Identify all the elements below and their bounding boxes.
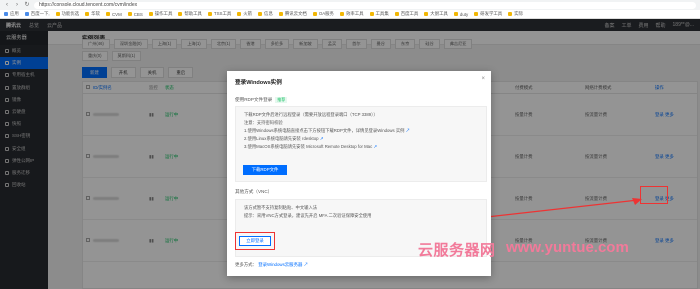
bookmark-item[interactable]: 大厨工具 — [424, 11, 448, 17]
folder-icon — [237, 12, 242, 16]
folder-icon — [258, 12, 263, 16]
folder-icon — [127, 12, 132, 16]
vnc-button-highlight — [235, 232, 275, 250]
folder-icon — [148, 12, 153, 16]
folder-icon — [85, 12, 90, 16]
bookmark-item[interactable]: 实际 — [508, 11, 523, 17]
vnc-section-label: 其他方式（VNC） — [235, 189, 273, 194]
folder-icon — [369, 12, 374, 16]
folder-icon — [178, 12, 183, 16]
more-login-link[interactable]: 登录Windows云服务器 — [258, 262, 302, 267]
dialog-title: 登录Windows实例 — [235, 80, 282, 86]
folder-icon — [105, 12, 110, 16]
bookmark-item[interactable]: duty — [453, 12, 468, 17]
bookmarks-bar: 应用 百度一下, 功能优选 华软 CVM CBS 操作工具 帮助工具 TSS工具… — [0, 10, 700, 19]
rdp-line: 2.使用Linux系统电脑请先安装 rdesktop ↗ — [244, 136, 324, 141]
rdp-line: 下载RDP文件后进行远程登录（需要开放远程登录端口（TCP 3389）） — [244, 112, 378, 117]
download-rdp-button[interactable]: 下载RDP文件 — [243, 165, 287, 175]
folder-icon — [508, 12, 513, 16]
bookmark-item[interactable]: 华软 — [85, 11, 100, 17]
bookmark-item[interactable]: 百度一下, — [24, 11, 50, 17]
external-link-icon[interactable]: ↗ — [406, 128, 410, 133]
folder-icon — [278, 12, 283, 16]
watermark-cn: 云服务器网 — [418, 242, 496, 259]
bookmark-item[interactable]: CBS — [127, 12, 143, 17]
rdp-line: 1.使用Windows系统电脑直接点击下方按钮下载RDP文件，详情见登录Wind… — [244, 128, 410, 133]
rdp-line: 注意：支持密码校验 — [244, 120, 283, 125]
external-link-icon[interactable]: ↗ — [304, 262, 308, 267]
recommend-badge: 推荐 — [275, 97, 288, 103]
folder-icon — [55, 12, 60, 16]
watermark-url: www.yuntue.com — [506, 239, 629, 256]
folder-icon — [394, 12, 399, 16]
folder-icon — [453, 12, 458, 16]
browser-address-bar: ‹ › ↻ https://console.cloud.tencent.com/… — [0, 0, 700, 10]
bookmark-item[interactable]: 信息 — [258, 11, 273, 17]
bookmark-item[interactable]: 百度工具 — [394, 11, 418, 17]
bookmark-item[interactable]: 应用 — [4, 11, 19, 17]
more-methods: 更多方式： 登录Windows云服务器 ↗ — [235, 262, 308, 267]
bookmark-item[interactable]: 火箭 — [237, 11, 252, 17]
bookmark-item[interactable]: CVM — [105, 12, 122, 17]
folder-icon — [339, 12, 344, 16]
vnc-line: 提示：采用VNC方式登录，建议先开启 MFA 二次验证保障安全使用 — [244, 213, 372, 218]
forward-icon[interactable]: › — [14, 2, 20, 8]
bookmark-item[interactable]: OA服务 — [312, 11, 334, 17]
apps-icon — [4, 12, 8, 16]
bookmark-item[interactable]: 功能优选 — [55, 11, 79, 17]
folder-icon — [474, 12, 479, 16]
rdp-section-label: 使用RDP文件登录 推荐 — [235, 97, 288, 103]
external-link-icon[interactable]: ↗ — [373, 144, 377, 149]
bookmark-item[interactable]: 腾讯云文档 — [278, 11, 307, 17]
baidu-icon — [24, 12, 29, 16]
url-input[interactable]: https://console.cloud.tencent.com/cvm/in… — [34, 1, 696, 9]
bookmark-item[interactable]: 效率工具 — [339, 11, 364, 17]
bookmark-item[interactable]: 帮助工具 — [178, 11, 202, 17]
close-icon[interactable]: × — [481, 76, 485, 82]
folder-icon — [312, 12, 317, 16]
bookmark-item[interactable]: 操作工具 — [148, 11, 172, 17]
back-icon[interactable]: ‹ — [4, 2, 10, 8]
bookmark-item[interactable]: 研发学工具 — [474, 11, 502, 17]
bookmark-item[interactable]: TSS工具 — [207, 11, 231, 17]
folder-icon — [207, 12, 212, 16]
vnc-line: 该方式暂不支持复制粘贴、中文输入法 — [244, 205, 318, 210]
bookmark-item[interactable]: 工具集 — [369, 11, 389, 17]
external-link-icon[interactable]: ↗ — [320, 136, 324, 141]
folder-icon — [424, 12, 429, 16]
reload-icon[interactable]: ↻ — [24, 2, 30, 8]
rdp-line: 3.使用MacOS系统电脑请先安装 Microsoft Remote Deskt… — [244, 144, 378, 149]
